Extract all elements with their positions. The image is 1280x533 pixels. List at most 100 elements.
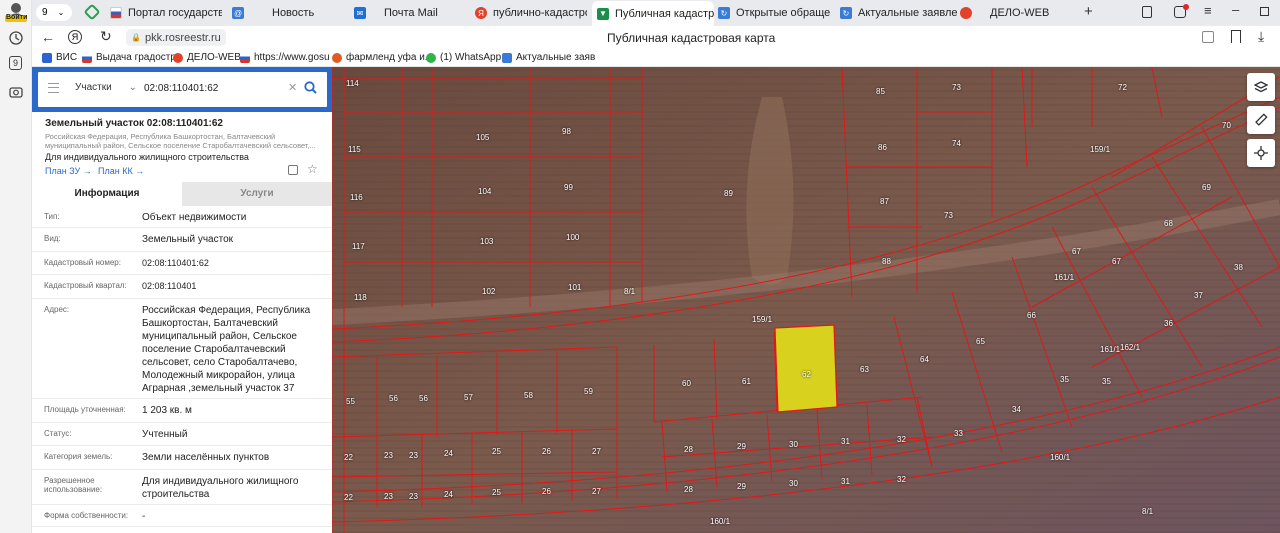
rosreestr-icon: ▼ — [597, 7, 609, 20]
back-icon[interactable]: ← — [41, 29, 55, 45]
parcel-number-label: 27 — [592, 487, 601, 496]
parcel-number-label: 118 — [354, 293, 367, 302]
new-tab-icon[interactable]: + — [1084, 3, 1093, 20]
restore-icon[interactable] — [1260, 7, 1269, 16]
chevron-down-icon: ⌄ — [128, 82, 138, 93]
profile-avatar[interactable]: Войти — [3, 1, 29, 23]
field-key: Форма собственности: — [44, 511, 129, 520]
parcel-number-label: 159/1 — [1090, 145, 1111, 154]
tab-label: Портал государственн — [128, 7, 222, 19]
field-row-area: Площадь уточненная: 1 203 кв. м — [32, 399, 332, 423]
share-icon[interactable] — [288, 165, 298, 175]
yandex-logo-icon[interactable]: Я — [68, 30, 82, 44]
cadastral-quarter-link[interactable]: 02:08:110401 — [142, 275, 320, 298]
address-bar[interactable]: 🔒 pkk.rosreestr.ru — [126, 29, 226, 46]
bookmark-item[interactable]: (1) WhatsApp — [426, 52, 501, 63]
refresh-doc-icon — [502, 52, 512, 63]
tab-delo-web[interactable]: ДЕЛО-WEB — [960, 2, 1070, 24]
plan-zu-link[interactable]: План ЗУ → — [45, 166, 92, 176]
bookmark-label: https://www.gosu — [254, 52, 330, 63]
bookmark-item[interactable]: ВИС — [42, 52, 77, 63]
parcel-number-label: 74 — [952, 139, 961, 148]
cadastral-map[interactable]: 114 115 116 117 118 105 98 104 99 103 100 102 101 8/1… — [332, 67, 1280, 533]
parcel-number-label: 160/1 — [710, 517, 731, 526]
parcel-number-label: 24 — [444, 490, 453, 499]
tab-current-applications[interactable]: ↻ Актуальные заявления — [840, 2, 958, 24]
tab-services[interactable]: Услуги — [182, 182, 332, 206]
parcel-number-label: 32 — [897, 475, 906, 484]
menu-icon[interactable]: ≡ — [1204, 3, 1212, 18]
field-row-ownership: Форма собственности: - — [32, 505, 332, 527]
star-icon[interactable]: ☆ — [307, 162, 318, 176]
tab-mail[interactable]: ✉ Почта Mail — [354, 2, 464, 24]
tab-count-button[interactable]: 9 ⌄ — [36, 4, 72, 21]
parcel-number-label: 162/1 — [1120, 343, 1141, 352]
history-icon[interactable] — [8, 30, 24, 46]
reload-icon[interactable]: ↻ — [100, 28, 112, 45]
parcel-number-label: 34 — [1012, 405, 1021, 414]
collections-icon[interactable] — [1142, 6, 1152, 18]
parcel-number-label: 35 — [1060, 375, 1069, 384]
field-key: Категория земель: — [44, 452, 113, 461]
bookmark-icon[interactable] — [1231, 30, 1241, 43]
tab-public-cadastral-search[interactable]: Япублично-кадастровая — [475, 2, 587, 24]
parcel-number-label: 69 — [1202, 183, 1211, 192]
browser-logo-icon[interactable] — [83, 3, 101, 21]
translate-icon[interactable] — [1202, 31, 1214, 43]
search-input[interactable] — [144, 80, 284, 97]
parcel-number-label: 23 — [409, 451, 418, 460]
refresh-doc-icon: ↻ — [718, 7, 730, 19]
cadastral-number-link[interactable]: 02:08:110401:62 — [142, 252, 320, 274]
parcel-address-short: Российская Федерация, Республика Башкорт… — [45, 132, 316, 150]
tab-public-cadastral-map[interactable]: ▼Публичная кадастро✕ — [592, 1, 714, 26]
parcel-number-label: 27 — [592, 447, 601, 456]
tab-open-appeals[interactable]: ↻ Открытые обращения — [718, 2, 830, 24]
parcel-number-label: 85 — [876, 87, 885, 96]
bookmark-label: ВИС — [56, 52, 78, 63]
parcel-number-label: 35 — [1102, 377, 1111, 386]
parcel-number-label: 22 — [344, 453, 353, 462]
measure-ruler-button[interactable] — [1247, 106, 1275, 134]
clear-search-icon[interactable]: ✕ — [288, 81, 297, 94]
parcel-number-label: 36 — [1164, 319, 1173, 328]
url-text: pkk.rosreestr.ru — [144, 31, 221, 44]
login-label[interactable]: Войти — [6, 14, 27, 21]
bookmark-item[interactable]: фармленд уфа и... — [332, 52, 433, 63]
plan-kk-link[interactable]: План КК → — [98, 166, 144, 176]
layers-button[interactable] — [1247, 73, 1275, 101]
tab-bar: 9⌄ Портал государственн @Новость ✉Почта … — [32, 0, 1280, 26]
bookmark-item[interactable]: Актуальные заяв — [502, 52, 595, 63]
field-key: Адрес: — [44, 305, 70, 314]
info-panel: Участки ⌄ ✕ Земельный участок 02:08:11040… — [32, 67, 332, 533]
page-title: Публичная кадастровая карта — [607, 31, 776, 45]
search-icon[interactable] — [304, 81, 317, 99]
tabs-counter-icon[interactable]: 9 — [9, 56, 22, 70]
field-value: Земли населённых пунктов — [142, 452, 270, 463]
parcel-number-label: 65 — [976, 337, 985, 346]
parcel-number-label: 98 — [562, 127, 571, 136]
tab-information[interactable]: Информация — [32, 182, 182, 206]
bookmark-item[interactable]: ДЕЛО-WEB — [173, 52, 241, 63]
bookmark-item[interactable]: https://www.gosu — [240, 52, 330, 63]
field-value: Объект недвижимости — [142, 212, 247, 223]
notifications-icon[interactable] — [1174, 4, 1189, 18]
search-bar: Участки ⌄ ✕ — [32, 67, 332, 112]
parcel-number-label: 57 — [464, 393, 473, 402]
parcel-number-label: 103 — [480, 237, 494, 246]
camera-icon[interactable] — [8, 83, 24, 99]
locate-crosshair-button[interactable] — [1247, 139, 1275, 167]
tab-news[interactable]: @ Новость — [232, 2, 344, 24]
parcel-number-label: 28 — [684, 445, 693, 454]
bookmark-label: (1) WhatsApp — [440, 52, 502, 63]
pharmland-icon — [332, 52, 342, 63]
download-icon[interactable]: ⤓ — [1258, 28, 1264, 45]
parcel-number-label: 88 — [882, 257, 891, 266]
minimize-icon[interactable]: – — [1232, 2, 1239, 17]
search-type-select[interactable]: Участки ⌄ — [75, 82, 137, 93]
bookmarks-bar: ВИС Выдача градостр ДЕЛО-WEB https://www… — [32, 50, 1280, 67]
parcel-number-label: 70 — [1222, 121, 1231, 130]
tab-label: ДЕЛО-WEB — [990, 7, 1050, 19]
bookmark-item[interactable]: Выдача градостр — [82, 52, 176, 63]
tab-gosuslugi[interactable]: Портал государственн — [110, 2, 222, 24]
hamburger-icon[interactable] — [48, 83, 59, 93]
